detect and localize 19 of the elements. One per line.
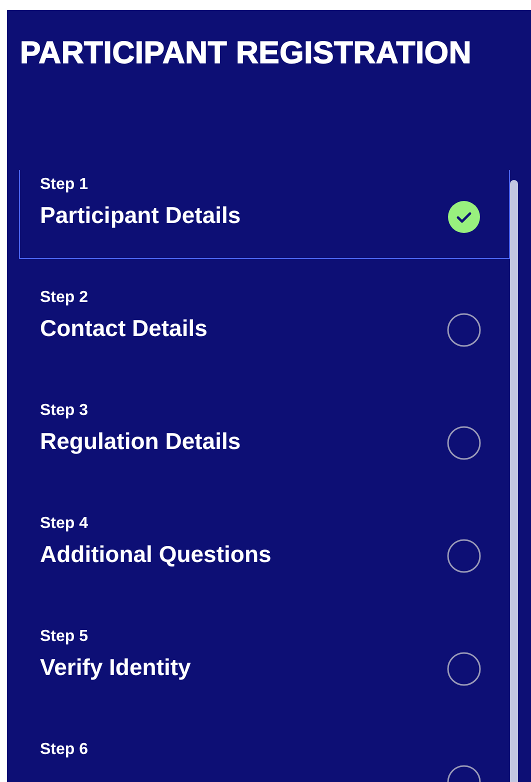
step-number: Step 3 (40, 401, 90, 421)
page-title: PARTICIPANT REGISTRATION (20, 37, 473, 69)
step-number: Step 4 (40, 514, 90, 534)
step-title: Additional Questions (40, 540, 272, 568)
step-title: Regulation Details (40, 427, 241, 455)
scrollbar-thumb[interactable] (510, 180, 518, 782)
step-number: Step 2 (40, 288, 90, 308)
step-number: Step 6 (40, 740, 88, 760)
step-number: Step 1 (40, 175, 90, 195)
step-item[interactable]: Step 4 Additional Questions (19, 509, 510, 622)
step-title: Contact Details (40, 314, 208, 342)
step-title: Participant Details (40, 201, 241, 229)
step-item[interactable]: Step 2 Contact Details (19, 283, 510, 396)
step-item[interactable]: Step 6 (19, 735, 510, 782)
step-item[interactable]: Step 1 Participant Details (19, 170, 510, 259)
step-item[interactable]: Step 5 Verify Identity (19, 622, 510, 735)
step-title: Verify Identity (40, 653, 191, 681)
step-number: Step 5 (40, 627, 90, 647)
step-item[interactable]: Step 3 Regulation Details (19, 396, 510, 509)
